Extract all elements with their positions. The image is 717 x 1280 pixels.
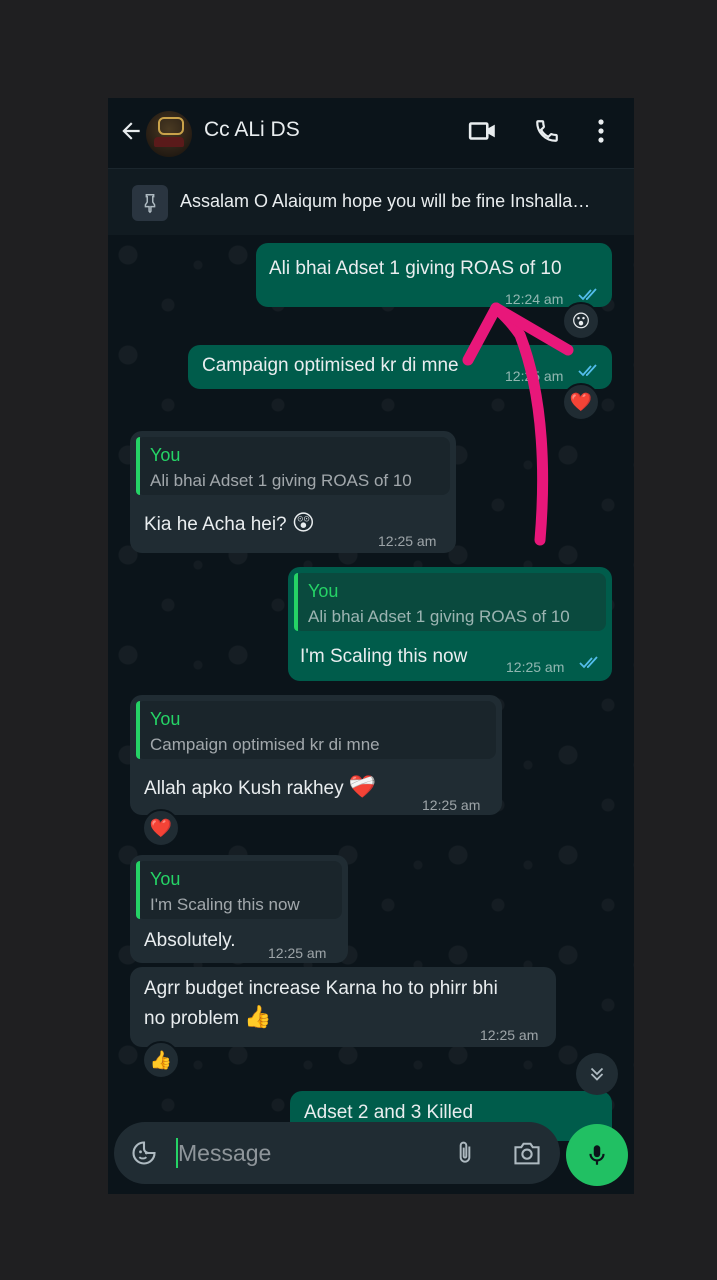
pin-icon: [132, 185, 168, 221]
double-chevron-down-icon: [590, 1067, 604, 1081]
mending-heart-emoji: ❤️‍🩹: [348, 774, 377, 799]
camera-icon[interactable]: [512, 1140, 542, 1166]
quote-author: You: [308, 581, 339, 601]
message-list[interactable]: Ali bhai Adset 1 giving ROAS of 10 12:24…: [108, 235, 634, 1141]
pinned-message-text: Assalam O Alaiqum hope you will be fine …: [180, 191, 591, 211]
avatar-car-shape: [154, 137, 184, 147]
message-time: 12:25 am: [506, 659, 565, 675]
voice-message-button[interactable]: [566, 1124, 628, 1186]
thumbs-up-emoji: 👍: [244, 1004, 272, 1029]
more-options-icon[interactable]: [596, 118, 606, 144]
read-receipt-icon: [578, 288, 597, 301]
message-text: Kia he Acha hei? 😲: [144, 511, 315, 537]
quote-author: You: [150, 709, 181, 729]
message-bubble-outgoing[interactable]: Ali bhai Adset 1 giving ROAS of 10 12:24…: [256, 243, 612, 307]
quoted-message[interactable]: You Campaign optimised kr di mne: [136, 701, 496, 759]
chat-header: Cc ALi DS: [108, 98, 634, 168]
message-text: Absolutely.: [144, 930, 236, 951]
message-bubble-incoming[interactable]: Agrr budget increase Karna ho to phirr b…: [130, 967, 556, 1047]
message-text: Allah apko Kush rakhey ❤️‍🩹: [144, 775, 376, 801]
quote-author: You: [150, 869, 181, 889]
quoted-message[interactable]: You I'm Scaling this now: [136, 861, 342, 919]
reaction-badge[interactable]: 👍: [142, 1041, 180, 1079]
quote-text: Ali bhai Adset 1 giving ROAS of 10: [150, 471, 412, 490]
reaction-badge[interactable]: ❤️: [562, 383, 600, 421]
reaction-badge[interactable]: ❤️: [142, 809, 180, 847]
message-text: Campaign optimised kr di mne: [202, 355, 459, 376]
message-bubble-incoming[interactable]: You I'm Scaling this now Absolutely. 12:…: [130, 855, 348, 963]
message-time: 12:24 am: [505, 291, 564, 307]
quote-accent-bar: [294, 573, 298, 631]
read-receipt-icon: [578, 364, 597, 377]
quote-text: Campaign optimised kr di mne: [150, 735, 380, 754]
message-time: 12:25 am: [378, 533, 437, 549]
quote-accent-bar: [136, 437, 140, 495]
message-input[interactable]: Message: [178, 1140, 271, 1167]
quote-accent-bar: [136, 861, 140, 919]
message-text: I'm Scaling this now: [300, 646, 468, 667]
message-time: 12:25 am: [480, 1027, 539, 1043]
message-text-body: Allah apko Kush rakhey: [144, 778, 344, 799]
sticker-emoji-icon[interactable]: [130, 1139, 158, 1167]
astonished-emoji: 😲: [291, 510, 315, 535]
message-bubble-outgoing[interactable]: Campaign optimised kr di mne 12:25 am: [188, 345, 612, 389]
message-text-body: no problem: [144, 1008, 240, 1029]
message-time: 12:25 am: [505, 368, 564, 384]
message-composer: Message: [114, 1122, 560, 1184]
contact-name[interactable]: Cc ALi DS: [204, 118, 300, 142]
quoted-message[interactable]: You Ali bhai Adset 1 giving ROAS of 10: [294, 573, 606, 631]
quote-author: You: [150, 445, 181, 465]
message-time: 12:25 am: [268, 945, 327, 961]
read-receipt-icon: [579, 656, 598, 669]
message-bubble-incoming[interactable]: You Ali bhai Adset 1 giving ROAS of 10 K…: [130, 431, 456, 553]
video-call-icon[interactable]: [468, 118, 498, 144]
quote-accent-bar: [136, 701, 140, 759]
message-text-line-2: no problem 👍: [144, 1005, 272, 1031]
whatsapp-chat-screen: Cc ALi DS Assalam O Alaiqum hope you wil…: [108, 98, 634, 1194]
quoted-message[interactable]: You Ali bhai Adset 1 giving ROAS of 10: [136, 437, 450, 495]
pinned-message-bar[interactable]: Assalam O Alaiqum hope you will be fine …: [108, 168, 634, 236]
message-text-line-1: Agrr budget increase Karna ho to phirr b…: [144, 978, 498, 999]
quote-text: Ali bhai Adset 1 giving ROAS of 10: [308, 607, 570, 626]
microphone-icon: [589, 1145, 605, 1165]
avatar-sign-shape: [158, 117, 184, 135]
back-arrow-icon[interactable]: [118, 118, 144, 144]
voice-call-icon[interactable]: [534, 118, 560, 144]
contact-avatar[interactable]: [146, 111, 192, 157]
scroll-to-bottom-button[interactable]: [576, 1053, 618, 1095]
attach-paperclip-icon[interactable]: [452, 1139, 478, 1167]
message-text: Ali bhai Adset 1 giving ROAS of 10: [269, 258, 562, 279]
quote-text: I'm Scaling this now: [150, 895, 300, 914]
reaction-badge[interactable]: 😮: [562, 302, 600, 340]
message-bubble-incoming[interactable]: You Campaign optimised kr di mne Allah a…: [130, 695, 502, 815]
message-bubble-outgoing[interactable]: You Ali bhai Adset 1 giving ROAS of 10 I…: [288, 567, 612, 681]
message-time: 12:25 am: [422, 797, 481, 813]
message-text-body: Kia he Acha hei?: [144, 514, 287, 535]
